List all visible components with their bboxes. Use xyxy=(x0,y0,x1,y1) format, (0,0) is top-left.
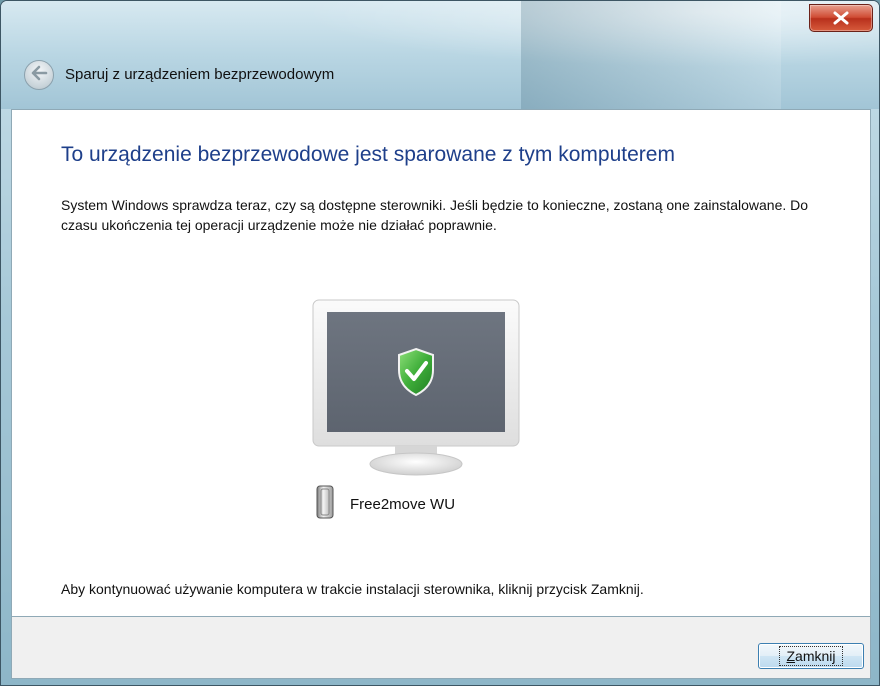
device-icon xyxy=(314,484,336,524)
title-bar-glare xyxy=(521,1,781,111)
device-entry: Free2move WU xyxy=(314,485,455,523)
close-button-accelerator: Z xyxy=(786,648,796,664)
description-text: System Windows sprawdza teraz, czy są do… xyxy=(61,197,809,233)
close-button-label: Zamknij xyxy=(779,646,843,666)
button-bar xyxy=(11,617,871,679)
title-bar: Sparuj z urządzeniem bezprzewodowym xyxy=(1,1,879,111)
window-close-button[interactable] xyxy=(809,4,873,32)
close-button-label-rest: amknij xyxy=(795,648,836,664)
window-title: Sparuj z urządzeniem bezprzewodowym xyxy=(65,66,335,83)
back-arrow-icon xyxy=(30,65,48,85)
close-button[interactable]: Zamknij xyxy=(758,643,864,669)
device-name: Free2move WU xyxy=(350,495,456,513)
close-icon xyxy=(832,11,850,25)
back-button[interactable] xyxy=(24,60,54,90)
dialog-window: Sparuj z urządzeniem bezprzewodowym To u… xyxy=(0,0,880,686)
page-heading: To urządzenie bezprzewodowe jest sparowa… xyxy=(61,143,675,166)
monitor-shield-check-icon xyxy=(311,298,521,478)
close-instruction-text: Aby kontynuować używanie komputera w tra… xyxy=(61,581,644,597)
